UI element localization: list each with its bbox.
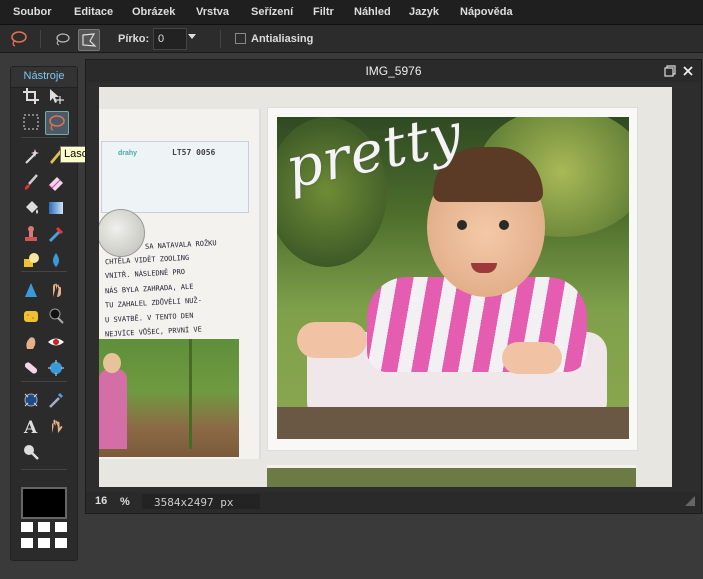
clone-stamp-icon[interactable] <box>20 223 42 245</box>
current-tool-lasso-icon <box>9 29 29 49</box>
marquee-icon[interactable] <box>20 111 42 133</box>
image-dimensions: 3584x2497 px <box>154 496 234 509</box>
tool-divider <box>21 271 67 272</box>
lasso-icon[interactable] <box>45 111 69 135</box>
document-window: IMG_5976 drahy LT57 0056 SA NATAVALA ROŽ… <box>85 59 702 514</box>
lasso-freehand-icon[interactable] <box>54 31 72 47</box>
menu-editace[interactable]: Editace <box>74 6 113 18</box>
feather-label: Pírko: <box>118 33 150 45</box>
sharpen-icon[interactable] <box>20 279 42 301</box>
feather-value: 0 <box>158 33 165 45</box>
restore-window-icon[interactable] <box>664 65 676 77</box>
tool-panel: Nástroje A <box>10 66 78 561</box>
coin <box>99 209 145 257</box>
svg-text:A: A <box>23 418 38 435</box>
color-picker-icon[interactable] <box>45 389 67 411</box>
menu-vrstva[interactable]: Vrstva <box>196 6 229 18</box>
brush-icon[interactable] <box>20 171 42 193</box>
menu-filtr[interactable]: Filtr <box>313 6 334 18</box>
feather-dropdown-icon[interactable] <box>188 34 196 39</box>
smudge-icon[interactable] <box>45 279 67 301</box>
paint-bucket-icon[interactable] <box>20 197 42 219</box>
menu-serizeni[interactable]: Seřízení <box>251 6 293 18</box>
zoom-icon[interactable] <box>20 441 42 463</box>
dimensions-box: 3584x2497 px <box>142 494 260 509</box>
red-eye-icon[interactable] <box>45 331 67 353</box>
shapes-icon[interactable] <box>20 249 42 271</box>
menu-nahled[interactable]: Náhled <box>354 6 391 18</box>
tool-divider <box>21 381 67 382</box>
zoom-value[interactable]: 16 <box>95 495 107 507</box>
color-replace-icon[interactable] <box>45 223 67 245</box>
gradient-icon[interactable] <box>45 197 67 219</box>
zoom-unit: % <box>120 496 130 508</box>
crop-icon[interactable] <box>20 85 42 107</box>
resize-grip-icon[interactable] <box>684 495 696 507</box>
menu-soubor[interactable]: Soubor <box>13 6 52 18</box>
bloat-icon[interactable] <box>45 357 67 379</box>
tool-divider <box>21 469 67 470</box>
divider <box>220 30 221 48</box>
divider <box>40 30 41 48</box>
menu-obrazek[interactable]: Obrázek <box>132 6 175 18</box>
ticket: drahy LT57 0056 <box>101 141 249 213</box>
tool-divider <box>21 137 67 138</box>
color-grid-icon[interactable] <box>21 522 67 550</box>
image-canvas[interactable]: drahy LT57 0056 SA NATAVALA ROŽKU CHTĚLA … <box>99 87 672 487</box>
magic-wand-icon[interactable] <box>20 145 42 167</box>
blur-icon[interactable] <box>45 249 67 271</box>
type-icon[interactable]: A <box>20 415 42 437</box>
antialias-checkbox[interactable] <box>235 33 246 44</box>
status-bar: 16 % 3584x2497 px <box>86 492 701 512</box>
sponge-icon[interactable] <box>20 305 42 327</box>
options-bar: Pírko: 0 Antialiasing <box>0 25 703 53</box>
foreground-color-swatch[interactable] <box>21 487 67 519</box>
dodge-icon[interactable] <box>45 305 67 327</box>
ticket-code: LT57 0056 <box>172 148 216 157</box>
bottom-photo-strip <box>267 465 636 487</box>
garden-photo <box>99 339 239 457</box>
eraser-icon[interactable] <box>45 171 67 193</box>
close-window-icon[interactable] <box>682 65 694 77</box>
hand-icon[interactable] <box>45 415 67 437</box>
menu-jazyk[interactable]: Jazyk <box>409 6 439 18</box>
pinch-icon[interactable] <box>20 389 42 411</box>
antialias-label: Antialiasing <box>251 33 314 45</box>
menu-bar: Soubor Editace Obrázek Vrstva Seřízení F… <box>0 0 703 25</box>
main-photo: pretty <box>277 117 629 439</box>
ticket-word: drahy <box>118 150 138 157</box>
lasso-polygon-icon[interactable] <box>78 29 100 51</box>
move-icon[interactable] <box>45 85 67 107</box>
feather-input[interactable]: 0 <box>153 28 187 50</box>
wood-bench <box>277 407 629 439</box>
spot-heal-icon[interactable] <box>20 357 42 379</box>
document-title[interactable]: IMG_5976 <box>86 60 701 82</box>
menu-napoveda[interactable]: Nápověda <box>460 6 513 18</box>
burn-icon[interactable] <box>20 331 42 353</box>
